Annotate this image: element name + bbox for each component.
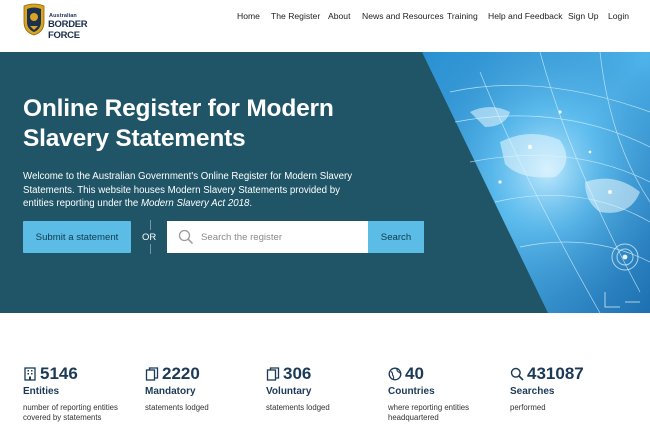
logo-big-text: BORDER FORCE (48, 19, 88, 41)
stat-description: statements lodged (266, 403, 330, 412)
nav-training[interactable]: Training (447, 11, 478, 21)
submit-statement-button[interactable]: Submit a statement (23, 221, 131, 253)
stat-value: 306 (283, 364, 312, 383)
documents-icon (266, 367, 280, 381)
stat-value: 40 (405, 364, 424, 383)
search-input[interactable] (201, 221, 361, 253)
nav-news-and-resources[interactable]: News and Resources (362, 11, 444, 21)
globe-icon (388, 367, 402, 381)
building-icon (24, 367, 36, 381)
or-label: OR (142, 232, 157, 243)
documents-icon (145, 367, 159, 381)
hero-description: Welcome to the Australian Government's O… (23, 170, 353, 211)
stat-value: 431087 (527, 364, 584, 383)
stat-description: performed (510, 403, 546, 412)
stat-value: 2220 (162, 364, 200, 383)
or-divider-bottom (150, 244, 151, 254)
nav-home[interactable]: Home (237, 11, 260, 21)
stat-label: Voluntary (266, 386, 312, 397)
search-box (167, 221, 368, 253)
border-force-logo[interactable]: Australian BORDER FORCE (22, 2, 114, 41)
nav-login[interactable]: Login (608, 11, 629, 21)
stat-label: Mandatory (145, 386, 196, 397)
act-name: Modern Slavery Act 2018 (140, 198, 250, 209)
stat-description: where reporting entities headquartered (388, 403, 470, 422)
search-icon (178, 229, 194, 245)
nav-about[interactable]: About (328, 11, 350, 21)
nav-sign-up[interactable]: Sign Up (568, 11, 599, 21)
stat-label: Searches (510, 386, 555, 397)
site-header: Australian BORDER FORCE Home The Registe… (0, 0, 650, 52)
crest-icon (23, 3, 45, 36)
stat-value: 5146 (40, 364, 78, 383)
hero-description-end: . (249, 198, 253, 209)
stat-description: number of reporting entities covered by … (23, 403, 118, 422)
magnifier-icon (510, 367, 524, 381)
search-button[interactable]: Search (368, 221, 424, 253)
stat-label: Countries (388, 386, 435, 397)
nav-the-register[interactable]: The Register (271, 11, 320, 21)
nav-help-and-feedback[interactable]: Help and Feedback (488, 11, 563, 21)
stat-label: Entities (23, 386, 60, 397)
hero-banner: Online Register for Modern Slavery State… (0, 52, 650, 313)
or-divider-top (150, 220, 151, 230)
stat-description: statements lodged (145, 403, 209, 412)
page-title: Online Register for Modern Slavery State… (23, 95, 334, 152)
